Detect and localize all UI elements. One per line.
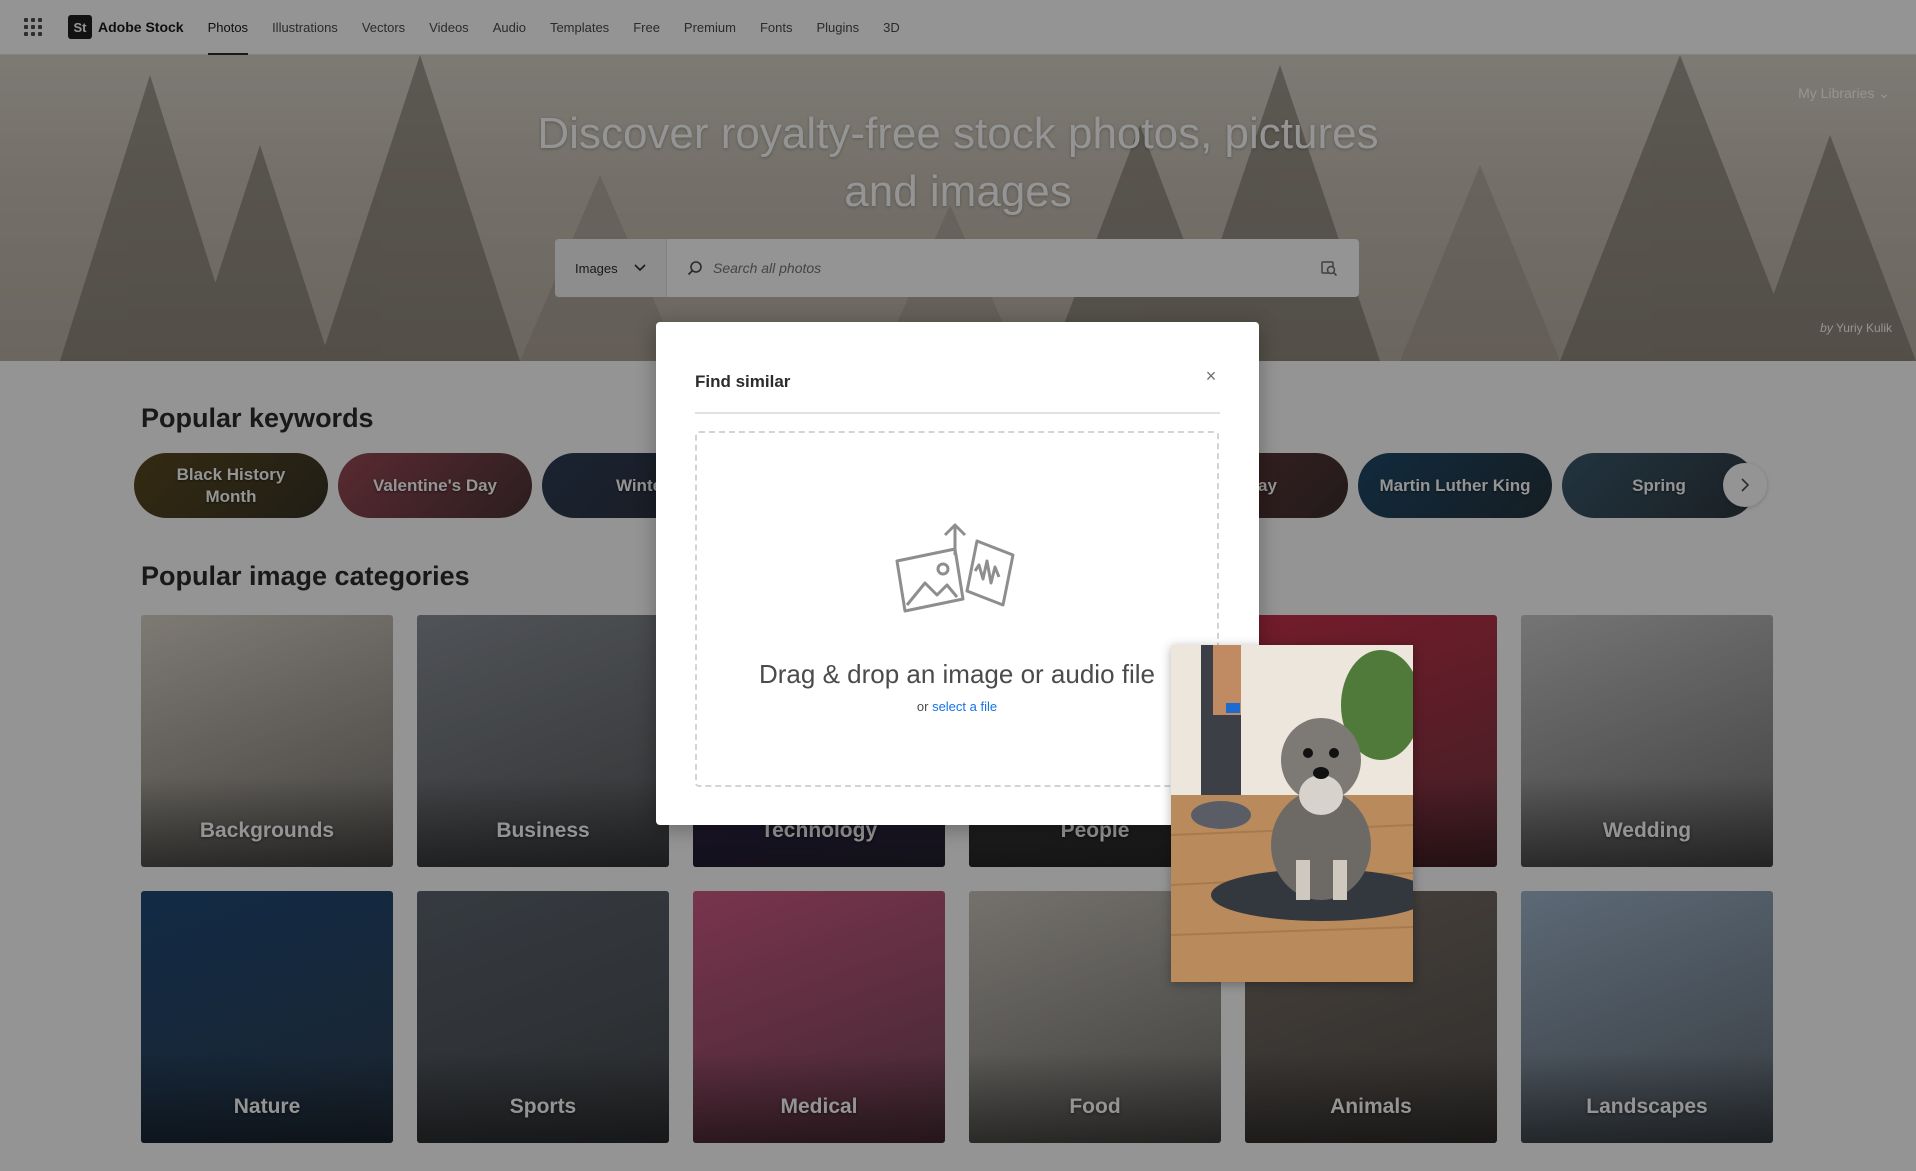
- find-similar-dialog: Find similar × Drag & drop an image or a…: [656, 322, 1259, 825]
- dropzone-heading: Drag & drop an image or audio file: [758, 659, 1155, 689]
- file-dropzone[interactable]: Drag & drop an image or audio file or se…: [695, 431, 1219, 787]
- close-icon[interactable]: ×: [1199, 364, 1223, 388]
- dragged-dog-photo[interactable]: [1171, 645, 1413, 982]
- dog-on-skateboard-image: [1171, 645, 1413, 982]
- upload-image-audio-icon: [895, 523, 1015, 613]
- dropzone-subtext: or select a file: [697, 699, 1217, 714]
- dropzone-or-text: or: [916, 699, 929, 714]
- dialog-title: Find similar: [695, 372, 791, 391]
- select-file-link[interactable]: select a file: [932, 699, 997, 714]
- dialog-divider: [695, 412, 1220, 414]
